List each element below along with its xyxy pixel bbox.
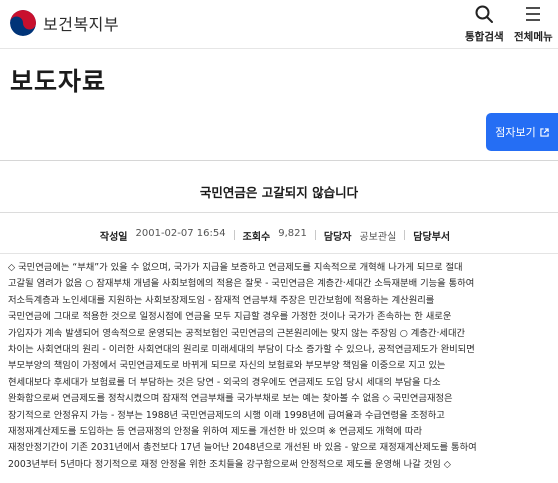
- search-button[interactable]: 통합검색: [465, 4, 504, 44]
- body-line: 재정안정기간이 기존 2031년에서 총전보다 17년 늘어난 2048년으로 …: [8, 442, 477, 454]
- views-label: 조회수: [242, 232, 271, 243]
- department-label: 담당부서: [413, 232, 451, 243]
- page-title: 보도자료: [10, 67, 107, 96]
- body-line: 재정재계산제도를 도입하는 등 연금재정의 안정을 위하여 제도를 개선한 바 …: [8, 425, 422, 437]
- braille-view-button[interactable]: 점자보기: [486, 113, 558, 151]
- all-menu-button[interactable]: 전체메뉴: [514, 4, 553, 44]
- author-label: 담당자: [323, 232, 352, 243]
- article-title: 국민연금은 고갈되지 않습니다: [199, 185, 359, 200]
- meta-separator: [233, 230, 235, 240]
- body-line: 완화함으로써 연금제도를 정착시켰으며 잠재적 연금부채를 국가부채로 보는 예…: [8, 393, 453, 405]
- meta-separator: [314, 230, 316, 240]
- braille-view-label: 점자보기: [495, 126, 536, 139]
- meta-bottom-divider: [0, 253, 558, 254]
- search-icon: [475, 5, 494, 23]
- taegeuk-logo-icon: [10, 10, 36, 36]
- all-menu-label: 전체메뉴: [514, 31, 553, 43]
- logo-text: 보건복지부: [43, 15, 120, 34]
- body-line: 현세대보다 후세대가 보험료를 더 부담하는 것은 당연 - 외국의 경우에도 …: [8, 376, 441, 388]
- meta-top-divider: [0, 212, 558, 213]
- site-header: 보건복지부 통합검색 전체메뉴: [0, 0, 558, 49]
- body-line: 장기적으로 안정유지 가능 - 정부는 1988년 국민연금제도의 시행 이래 …: [8, 409, 445, 421]
- body-line: 차이는 사회연대의 원리 - 이러한 사회연대의 원리로 미래세대의 부담이 다…: [8, 343, 475, 355]
- meta-separator: [404, 230, 406, 240]
- body-line: 저소득계층과 노인세대를 지원하는 사회보장제도임 - 잠재적 연금부채 주장은…: [8, 294, 435, 306]
- article-body: ◇ 국민연금에는 “부채”가 있을 수 없으며, 국가가 지급을 보증하고 연금…: [8, 260, 556, 473]
- hamburger-menu-icon: [526, 7, 541, 21]
- title-divider: [0, 160, 558, 161]
- body-line: 2003년부터 5년마다 정기적으로 재정 안정을 위한 조치들을 강구함으로써…: [8, 458, 451, 470]
- body-line: 가입자가 계속 발생되어 영속적으로 운영되는 공적보험인 국민연금의 근본원리…: [8, 327, 466, 339]
- date-label: 작성일: [99, 232, 128, 243]
- site-logo[interactable]: 보건복지부: [10, 10, 119, 36]
- views-value: 9,821: [278, 228, 307, 239]
- body-line: 부모부양의 책임이 가정에서 국민연금제도로 바뀌게 되므로 자신의 보험료와 …: [8, 360, 446, 372]
- external-link-icon: [540, 127, 549, 137]
- search-label: 통합검색: [465, 31, 504, 43]
- body-line: 고갈될 염려가 없음 ○ 잠재부채 개념을 사회보험에의 적용은 잘못 - 국민…: [8, 278, 475, 290]
- article-meta: 작성일 2001-02-07 16:54 조회수 9,821 담당자 공보관실 …: [0, 228, 558, 243]
- body-line: ◇ 국민연금에는 “부채”가 있을 수 없으며, 국가가 지급을 보증하고 연금…: [8, 262, 463, 273]
- author-value: 공보관실: [359, 232, 397, 243]
- date-value: 2001-02-07 16:54: [135, 228, 226, 239]
- body-line: 국민연금에 그대로 적용한 것으로 일정시점에 연금을 모두 지급할 경우를 가…: [8, 311, 452, 323]
